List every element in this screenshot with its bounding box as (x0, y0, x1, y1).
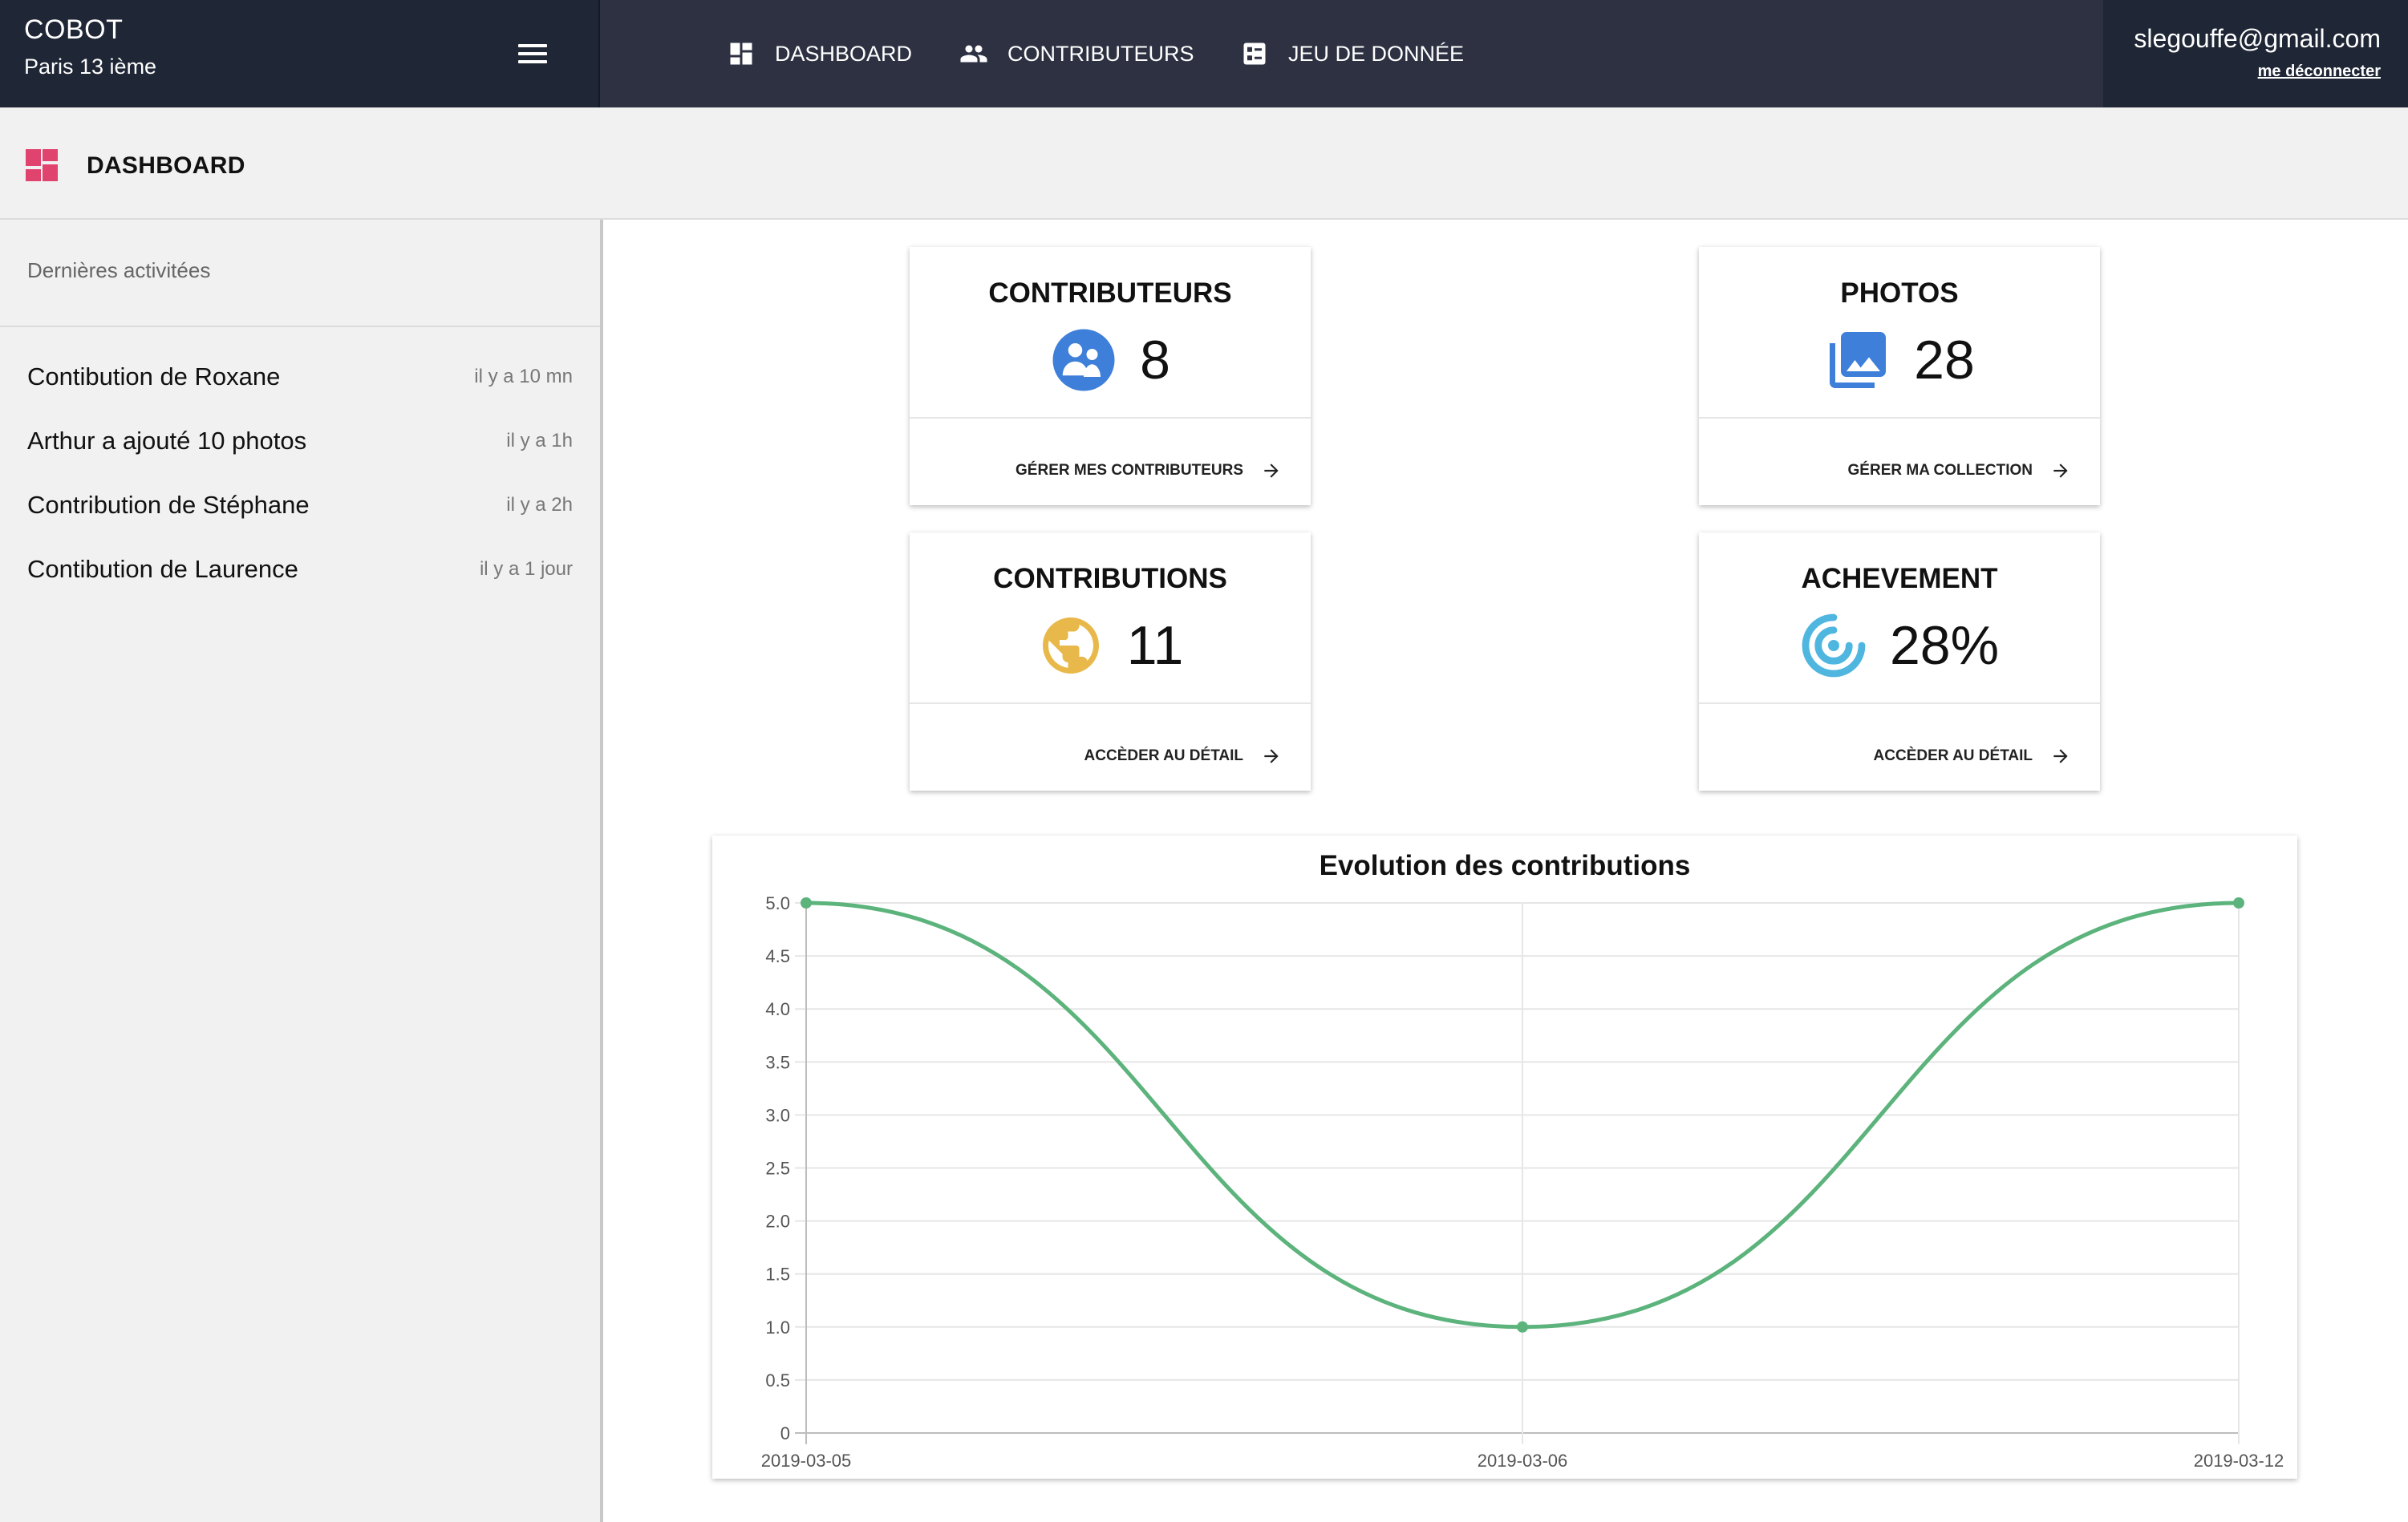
nav-jeu-de-donnee-label: JEU DE DONNÉE (1288, 41, 1465, 66)
y-tick-label: 4.0 (765, 999, 790, 1019)
page-header: DASHBOARD (0, 107, 2408, 220)
user-panel: slegouffe@gmail.com me déconnecter (2103, 0, 2408, 107)
line-chart: 0 0.5 1.0 1.5 2.0 2.5 3.0 3.5 4.0 4.5 5.0 2019-03-0… (761, 893, 2284, 1471)
activity-time: il y a 10 mn (474, 366, 573, 387)
card-link-label: ACCÈDER AU DÉTAIL (1084, 747, 1243, 764)
logout-link[interactable]: me déconnecter (2258, 63, 2381, 81)
nav-contributeurs[interactable]: CONTRIBUTEURS (959, 0, 1194, 107)
app-name: COBOT (24, 14, 124, 45)
nav-dashboard[interactable]: DASHBOARD (727, 0, 912, 107)
card-link-label: GÉRER MES CONTRIBUTEURS (1015, 462, 1243, 479)
manage-collection-button[interactable]: GÉRER MA COLLECTION (1848, 460, 2071, 481)
y-tick-label: 2.5 (765, 1159, 790, 1179)
data-point[interactable] (1517, 1321, 1528, 1333)
activity-time: il y a 2h (506, 494, 573, 516)
photo-library-icon (1830, 332, 1887, 388)
arrow-right-icon (2053, 463, 2068, 478)
activity-item[interactable]: Contibution de Roxane il y a 10 mn (0, 350, 600, 406)
view-contributions-detail-button[interactable]: ACCÈDER AU DÉTAIL (1084, 746, 1282, 767)
y-tick-label: 0.5 (765, 1370, 790, 1390)
card-contributions: CONTRIBUTIONS 11 ACCÈDER AU DÉTAIL (910, 532, 1311, 791)
y-tick-label: 3.5 (765, 1052, 790, 1072)
y-tick-label: 5.0 (765, 893, 790, 913)
dashboard-icon (730, 43, 752, 65)
people-icon (960, 45, 987, 63)
activity-time: il y a 1h (506, 430, 573, 451)
x-tick-label: 2019-03-12 (2194, 1451, 2284, 1471)
y-tick-label: 0 (780, 1423, 790, 1443)
page-title: DASHBOARD (87, 152, 245, 179)
y-tick-label: 1.5 (765, 1265, 790, 1285)
card-title: ACHEVEMENT (1801, 563, 1998, 594)
y-tick-label: 3.0 (765, 1105, 790, 1125)
y-tick-label: 2.0 (765, 1212, 790, 1232)
arrow-right-icon (1264, 463, 1279, 478)
x-tick-label: 2019-03-06 (1478, 1451, 1568, 1471)
activity-header: Dernières activitées (0, 220, 600, 327)
hamburger-menu-icon[interactable] (518, 44, 547, 67)
activity-item[interactable]: Contribution de Stéphane il y a 2h (0, 478, 600, 534)
arrow-right-icon (2053, 749, 2068, 763)
activity-sidebar: Dernières activitées Contibution de Roxa… (0, 220, 603, 1522)
manage-contributors-button[interactable]: GÉRER MES CONTRIBUTEURS (1015, 460, 1282, 481)
card-achevement: ACHEVEMENT 28% ACCÈDER AU DÉTAIL (1699, 532, 2100, 791)
brand-panel: COBOT Paris 13 ième (0, 0, 600, 107)
contributions-chart: 0 0.5 1.0 1.5 2.0 2.5 3.0 3.5 4.0 4.5 5.0 2019-03-0… (712, 836, 2297, 1479)
card-link-label: ACCÈDER AU DÉTAIL (1873, 747, 2033, 764)
activity-time: il y a 1 jour (479, 558, 573, 580)
card-title: CONTRIBUTIONS (993, 563, 1227, 594)
activity-text: Contibution de Roxane (27, 362, 281, 391)
nav-dashboard-label: DASHBOARD (775, 41, 913, 66)
target-icon (1802, 613, 1866, 678)
y-tick-label: 4.5 (765, 946, 790, 966)
dashboard-icon (26, 149, 58, 181)
app-subtitle: Paris 13 ième (24, 55, 157, 79)
top-navigation-bar: COBOT Paris 13 ième DASHBOARD CONTRIBUTE… (0, 0, 2408, 107)
activity-text: Contibution de Laurence (27, 555, 298, 583)
card-link-label: GÉRER MA COLLECTION (1847, 462, 2033, 479)
y-tick-label: 1.0 (765, 1318, 790, 1338)
arrow-right-icon (1264, 749, 1279, 763)
card-value: 28 (1914, 330, 1975, 391)
nav-contributeurs-label: CONTRIBUTEURS (1007, 41, 1194, 66)
activity-item[interactable]: Arthur a ajouté 10 photos il y a 1h (0, 414, 600, 470)
card-value: 28% (1889, 615, 2000, 676)
user-email: slegouffe@gmail.com (2134, 24, 2381, 53)
card-title: CONTRIBUTEURS (988, 277, 1232, 309)
x-tick-label: 2019-03-05 (761, 1451, 852, 1471)
globe-icon (1042, 617, 1099, 674)
dataset-list-icon (1243, 43, 1266, 65)
activity-item[interactable]: Contibution de Laurence il y a 1 jour (0, 542, 600, 598)
activity-text: Contribution de Stéphane (27, 491, 310, 519)
card-value: 8 (1140, 330, 1170, 391)
card-photos: PHOTOS 28 GÉRER MA COLLECTION (1699, 247, 2100, 505)
activity-title: Dernières activitées (27, 258, 211, 282)
card-title: PHOTOS (1840, 277, 1959, 309)
chart-title: Evolution des contributions (1319, 850, 1691, 881)
card-contributeurs: CONTRIBUTEURS 8 GÉRER MES CONTRIBUTEURS (910, 247, 1311, 505)
data-point[interactable] (2233, 897, 2244, 909)
view-achievement-detail-button[interactable]: ACCÈDER AU DÉTAIL (1874, 746, 2071, 767)
card-value: 11 (1126, 615, 1184, 676)
nav-jeu-de-donnee[interactable]: JEU DE DONNÉE (1240, 0, 1464, 107)
activity-text: Arthur a ajouté 10 photos (27, 427, 307, 455)
contributors-icon (1052, 329, 1115, 391)
data-point[interactable] (801, 897, 812, 909)
